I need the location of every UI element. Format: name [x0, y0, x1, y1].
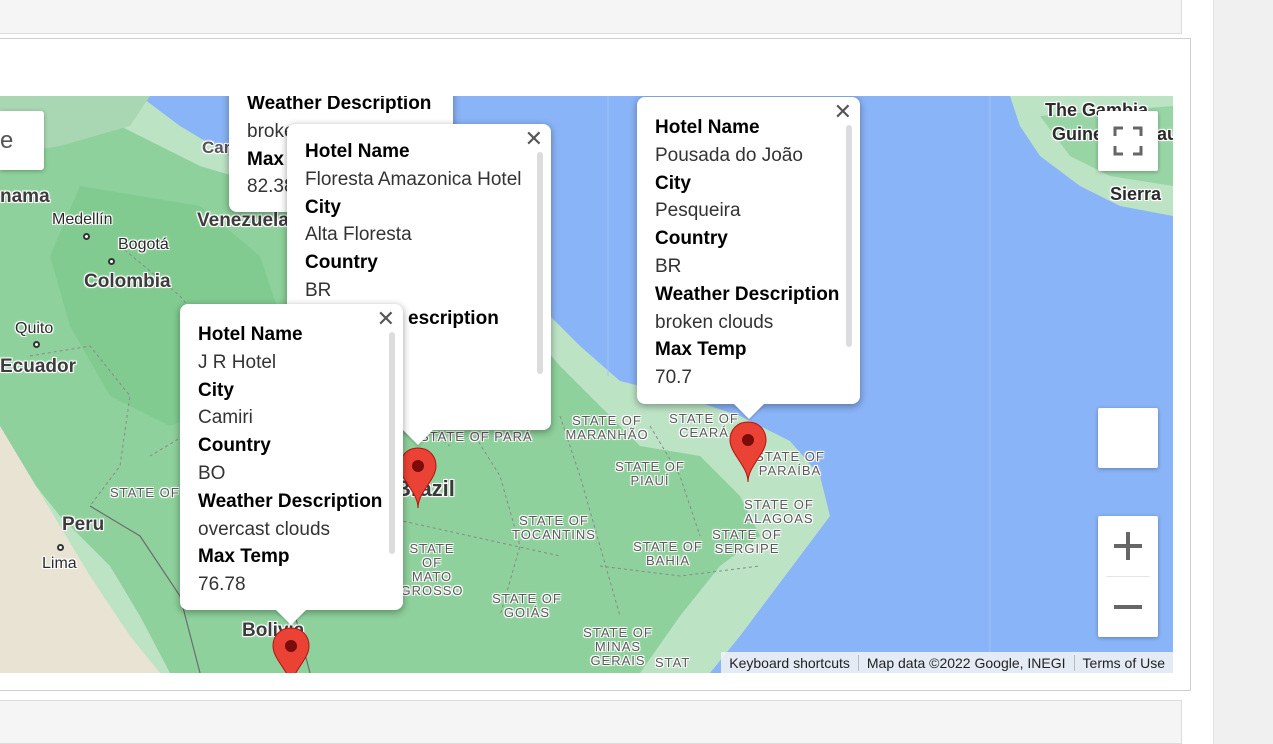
country-label: Country	[198, 435, 271, 457]
plus-icon	[1114, 532, 1142, 560]
fullscreen-button[interactable]	[1098, 111, 1158, 171]
label-state-alagoas: STATE OF ALAGOAS	[744, 497, 814, 526]
map-data-attribution: Map data ©2022 Google, INEGI	[857, 654, 1074, 671]
info-window-camiri: ✕ Hotel Name J R Hotel City Camiri Count…	[180, 304, 403, 625]
city-value: Pesqueira	[655, 200, 741, 222]
city-dot-medellin	[83, 233, 90, 240]
label-state-minas: STATE OF MINAS GERAIS	[583, 625, 653, 668]
label-lima: Lima	[42, 555, 77, 572]
country-value: BR	[655, 255, 682, 277]
info-window-scrollbar[interactable]	[389, 332, 395, 554]
previous-output-cell	[0, 0, 1182, 34]
label-quito: Quito	[15, 320, 54, 337]
map-pin-icon[interactable]	[398, 446, 438, 508]
street-view-button[interactable]	[1098, 408, 1158, 468]
close-icon[interactable]: ✕	[525, 128, 543, 150]
label-state-goias: STATE OF GOIÁS	[492, 591, 562, 620]
hotel-name-label: Hotel Name	[305, 141, 410, 162]
hotel-name-value: Pousada do João	[655, 144, 803, 166]
zoom-control	[1098, 516, 1158, 637]
city-value: Camiri	[198, 407, 253, 429]
label-caribbean: Car	[202, 138, 231, 157]
map-canvas[interactable]: e The Gambia Guinea-Bissau Sierra nama C…	[0, 96, 1173, 673]
zoom-out-button[interactable]	[1098, 577, 1158, 637]
label-venezuela: Venezuela	[197, 210, 289, 231]
weather-label: Weather Description	[655, 283, 840, 305]
label-state-es: STAT	[655, 655, 691, 670]
country-label: Country	[655, 228, 728, 250]
info-window-scrollbar[interactable]	[537, 152, 543, 374]
label-state-west: STATE OF	[110, 485, 180, 500]
search-stub-text: e	[0, 127, 14, 154]
max-temp-label: Max Temp	[655, 339, 747, 361]
fullscreen-icon	[1113, 126, 1143, 156]
city-dot-quito	[33, 341, 40, 348]
country-value: BR	[305, 279, 332, 301]
label-state-maranhao: STATE OF MARANHÃO	[565, 413, 649, 442]
info-window-pesqueira: ✕ Hotel Name Pousada do João City Pesque…	[637, 97, 860, 419]
label-state-para: STATE OF PARÁ	[420, 429, 533, 444]
hotel-name-value: J R Hotel	[198, 351, 277, 373]
max-temp-value: 76.78	[198, 574, 246, 596]
label-medellin: Medellín	[52, 211, 113, 228]
map-search-box[interactable]: e	[0, 111, 44, 170]
map-attribution-bar: Keyboard shortcuts Map data ©2022 Google…	[721, 652, 1173, 673]
country-value: BO	[198, 462, 226, 484]
map-pin-icon[interactable]	[271, 626, 311, 673]
city-dot-lima	[57, 544, 64, 551]
close-icon[interactable]: ✕	[377, 308, 395, 330]
city-label: City	[198, 379, 234, 401]
weather-value: overcast clouds	[198, 518, 331, 540]
info-window-tail	[276, 610, 306, 625]
weather-value: broken clouds	[655, 311, 774, 333]
info-window-scrollbar[interactable]	[846, 125, 852, 347]
city-label: City	[655, 172, 691, 194]
info-window-tail	[403, 430, 433, 445]
terms-of-use-link[interactable]: Terms of Use	[1073, 654, 1173, 671]
max-temp-value: 70.7	[655, 367, 692, 389]
hotel-name-label: Hotel Name	[655, 117, 760, 138]
weather-label: Weather Description	[247, 96, 432, 114]
next-input-cell[interactable]	[0, 700, 1182, 744]
label-sierra: Sierra	[1110, 184, 1162, 204]
map-base-layer	[0, 96, 1173, 673]
weather-label: Weather Description	[198, 490, 383, 512]
label-state-tocantins: STATE OF TOCANTINS	[512, 513, 596, 542]
close-icon[interactable]: ✕	[834, 101, 852, 123]
label-state-mato-grosso: STATE OF MATO GROSSO	[400, 541, 464, 598]
map-pin-icon[interactable]	[728, 420, 768, 482]
city-dot-bogota	[108, 258, 115, 265]
label-bogota: Bogotá	[118, 236, 169, 253]
country-label: Country	[305, 252, 378, 274]
max-temp-label: Max Temp	[198, 546, 290, 568]
label-state-bahia: STATE OF BAHIA	[633, 539, 703, 568]
hotel-name-label: Hotel Name	[198, 324, 303, 345]
label-state-piaui: STATE OF PIAUÍ	[615, 459, 685, 488]
label-panama: nama	[0, 186, 50, 207]
hotel-name-value: Floresta Amazonica Hotel	[305, 168, 522, 190]
label-ecuador: Ecuador	[0, 356, 77, 377]
city-value: Alta Floresta	[305, 224, 412, 246]
page-scrollbar[interactable]	[1213, 0, 1273, 744]
info-window-tail	[734, 404, 764, 419]
label-colombia: Colombia	[84, 271, 171, 292]
keyboard-shortcuts-link[interactable]: Keyboard shortcuts	[721, 655, 858, 671]
zoom-in-button[interactable]	[1098, 516, 1158, 576]
label-state-sergipe: STATE OF SERGIPE	[712, 527, 782, 556]
city-label: City	[305, 196, 341, 218]
minus-icon	[1114, 605, 1142, 609]
label-peru: Peru	[62, 514, 105, 535]
